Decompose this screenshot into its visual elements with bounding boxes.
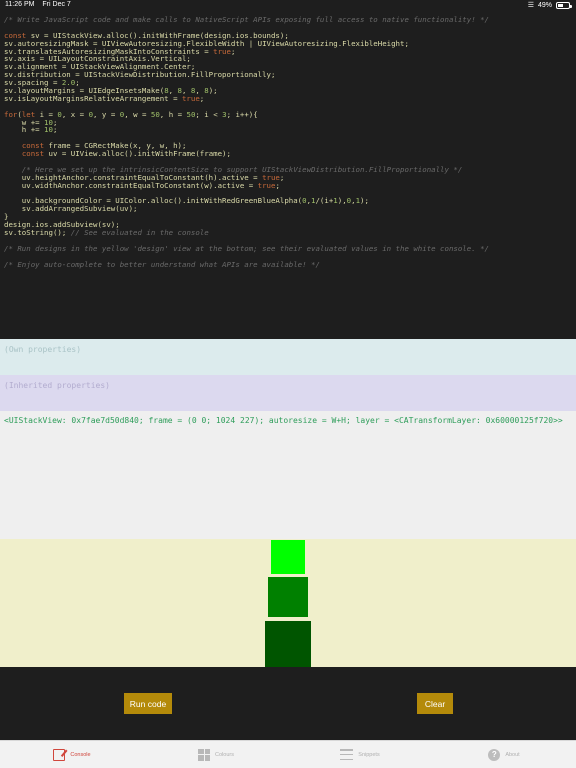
- battery-percent: 49%: [537, 1, 552, 9]
- code-token: sv.isLayoutMarginsRelativeArrangement =: [4, 93, 182, 103]
- tab-colours-label: Colours: [215, 751, 234, 758]
- code-token: ;: [230, 46, 236, 56]
- own-properties-panel: (Own properties): [0, 339, 576, 375]
- code-line: sv.toString(); // See evaluated in the c…: [4, 229, 572, 237]
- clear-button[interactable]: Clear: [417, 693, 453, 714]
- code-line: w += 10;: [4, 118, 572, 127]
- wifi-icon: ☰: [527, 2, 534, 9]
- code-token: ;: [275, 180, 280, 190]
- code-token: sv.toString();: [4, 228, 71, 238]
- code-line: /* Write JavaScript code and make calls …: [4, 16, 572, 24]
- colours-icon: [198, 748, 211, 761]
- code-token: ;: [199, 93, 205, 103]
- code-token: ;: [52, 125, 58, 135]
- snippets-icon: [340, 749, 354, 760]
- code-token: ; i <: [195, 109, 223, 119]
- code-token: );: [208, 86, 218, 96]
- code-token: /(i+: [315, 196, 334, 206]
- status-date: Fri Dec 7: [42, 1, 71, 8]
- code-token: 50: [150, 109, 160, 119]
- code-token: /* Run designs in the yellow 'design' vi…: [4, 243, 489, 253]
- code-token: // See evaluated in the console: [70, 228, 209, 238]
- code-token: true: [213, 46, 231, 56]
- code-editor[interactable]: /* Write JavaScript code and make calls …: [0, 12, 576, 339]
- about-icon: ?: [488, 748, 501, 761]
- code-token: /* Enjoy auto-complete to better underst…: [4, 259, 320, 269]
- code-token: sv.addArrangedSubview(uv);: [4, 204, 138, 214]
- console-output: <UIStackView: 0x7fae7d50d840; frame = (0…: [0, 411, 576, 539]
- code-line: for(let i = 0, x = 0, y = 0, w = 50, h =…: [4, 109, 572, 119]
- code-token: , x =: [61, 109, 89, 119]
- code-line: sv.distribution = UIStackViewDistributio…: [4, 71, 572, 79]
- code-token: ;: [279, 172, 285, 182]
- run-code-button[interactable]: Run code: [124, 693, 172, 714]
- code-token: ; i++){: [226, 109, 258, 119]
- code-line: /* Run designs in the yellow 'design' vi…: [4, 243, 572, 253]
- status-time: 11:26 PM: [5, 1, 35, 8]
- tab-console-label: Console: [70, 751, 91, 758]
- design-view: [0, 539, 576, 667]
- tab-bar: Console Colours Snippets ? About: [0, 740, 576, 768]
- code-token: true: [181, 93, 200, 103]
- design-square-3: [265, 621, 311, 667]
- tab-about[interactable]: ? About: [432, 741, 576, 768]
- tab-colours[interactable]: Colours: [144, 741, 288, 768]
- code-line: /* Enjoy auto-complete to better underst…: [4, 259, 572, 269]
- code-token: ),: [337, 196, 347, 206]
- code-token: uv.widthAnchor.constraintEqualToConstant…: [4, 180, 258, 190]
- code-token: true: [257, 180, 276, 190]
- tab-snippets-label: Snippets: [358, 751, 380, 758]
- inherited-properties-placeholder: (Inherited properties): [4, 381, 110, 390]
- tab-about-label: About: [505, 751, 520, 758]
- code-token: , y =: [93, 109, 120, 119]
- code-line: h += 10;: [4, 126, 572, 134]
- own-properties-placeholder: (Own properties): [4, 345, 82, 354]
- code-token: uv = UIView.alloc().initWithFrame(frame)…: [44, 149, 231, 159]
- code-token: , w =: [124, 109, 151, 119]
- inherited-properties-panel: (Inherited properties): [0, 375, 576, 411]
- code-token: , h =: [159, 109, 187, 119]
- code-token: /* Write JavaScript code and make calls …: [4, 15, 489, 24]
- code-token: h +=: [4, 125, 45, 135]
- code-token: );: [360, 196, 369, 206]
- code-token: const: [21, 149, 45, 159]
- tab-snippets[interactable]: Snippets: [288, 741, 432, 768]
- status-bar: 11:26 PM Fri Dec 7 ☰ 49%: [0, 0, 576, 12]
- code-line: sv.addArrangedSubview(uv);: [4, 205, 572, 213]
- code-line: const uv = UIView.alloc().initWithFrame(…: [4, 150, 572, 158]
- code-line: uv.widthAnchor.constraintEqualToConstant…: [4, 180, 572, 190]
- tab-console[interactable]: Console: [0, 741, 144, 768]
- code-token: 10: [44, 125, 53, 135]
- design-square-2: [268, 577, 308, 617]
- design-square-1: [271, 540, 305, 574]
- action-bar: Run code Clear: [0, 667, 576, 740]
- code-line: sv.isLayoutMarginsRelativeArrangement = …: [4, 93, 572, 103]
- battery-icon: [556, 1, 572, 9]
- console-icon: [53, 748, 66, 761]
